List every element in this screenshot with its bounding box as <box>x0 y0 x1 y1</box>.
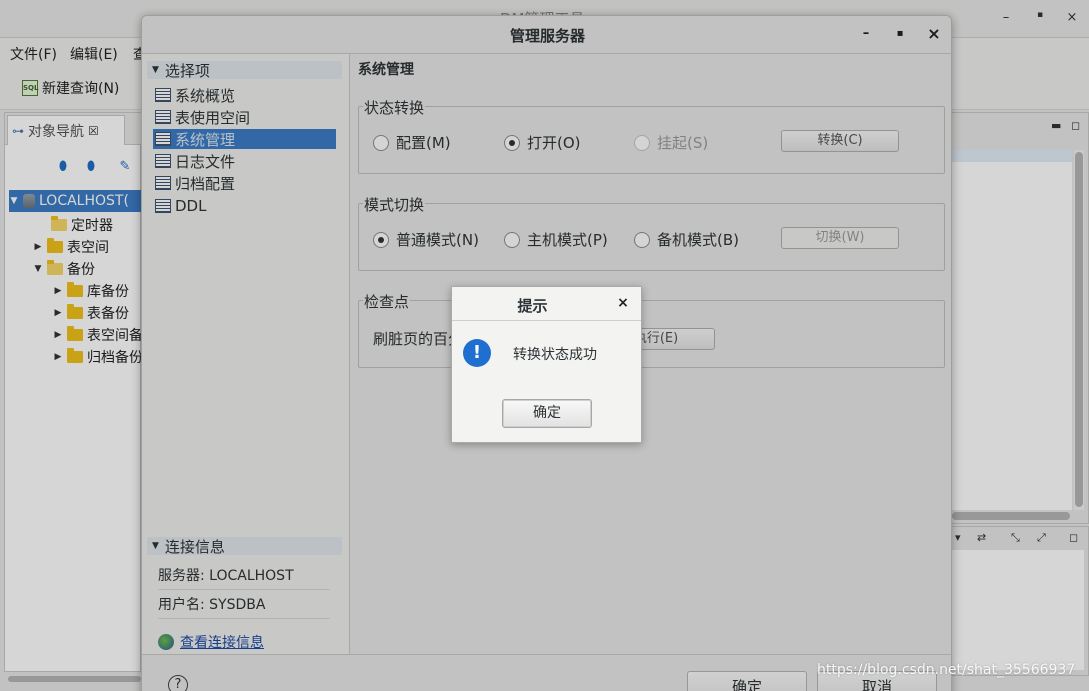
alert-ok-button[interactable]: 确定 <box>502 399 592 428</box>
close-icon[interactable]: × <box>614 294 632 312</box>
alert-message: 转换状态成功 <box>513 347 597 363</box>
alert-titlebar: 提示 × <box>452 287 641 321</box>
alert-title: 提示 <box>517 297 548 315</box>
watermark-text: https://blog.csdn.net/shat_35566937 <box>817 662 1076 678</box>
info-exclamation-icon: ! <box>463 339 491 367</box>
alert-dialog: 提示 × ! 转换状态成功 确定 <box>451 286 642 443</box>
